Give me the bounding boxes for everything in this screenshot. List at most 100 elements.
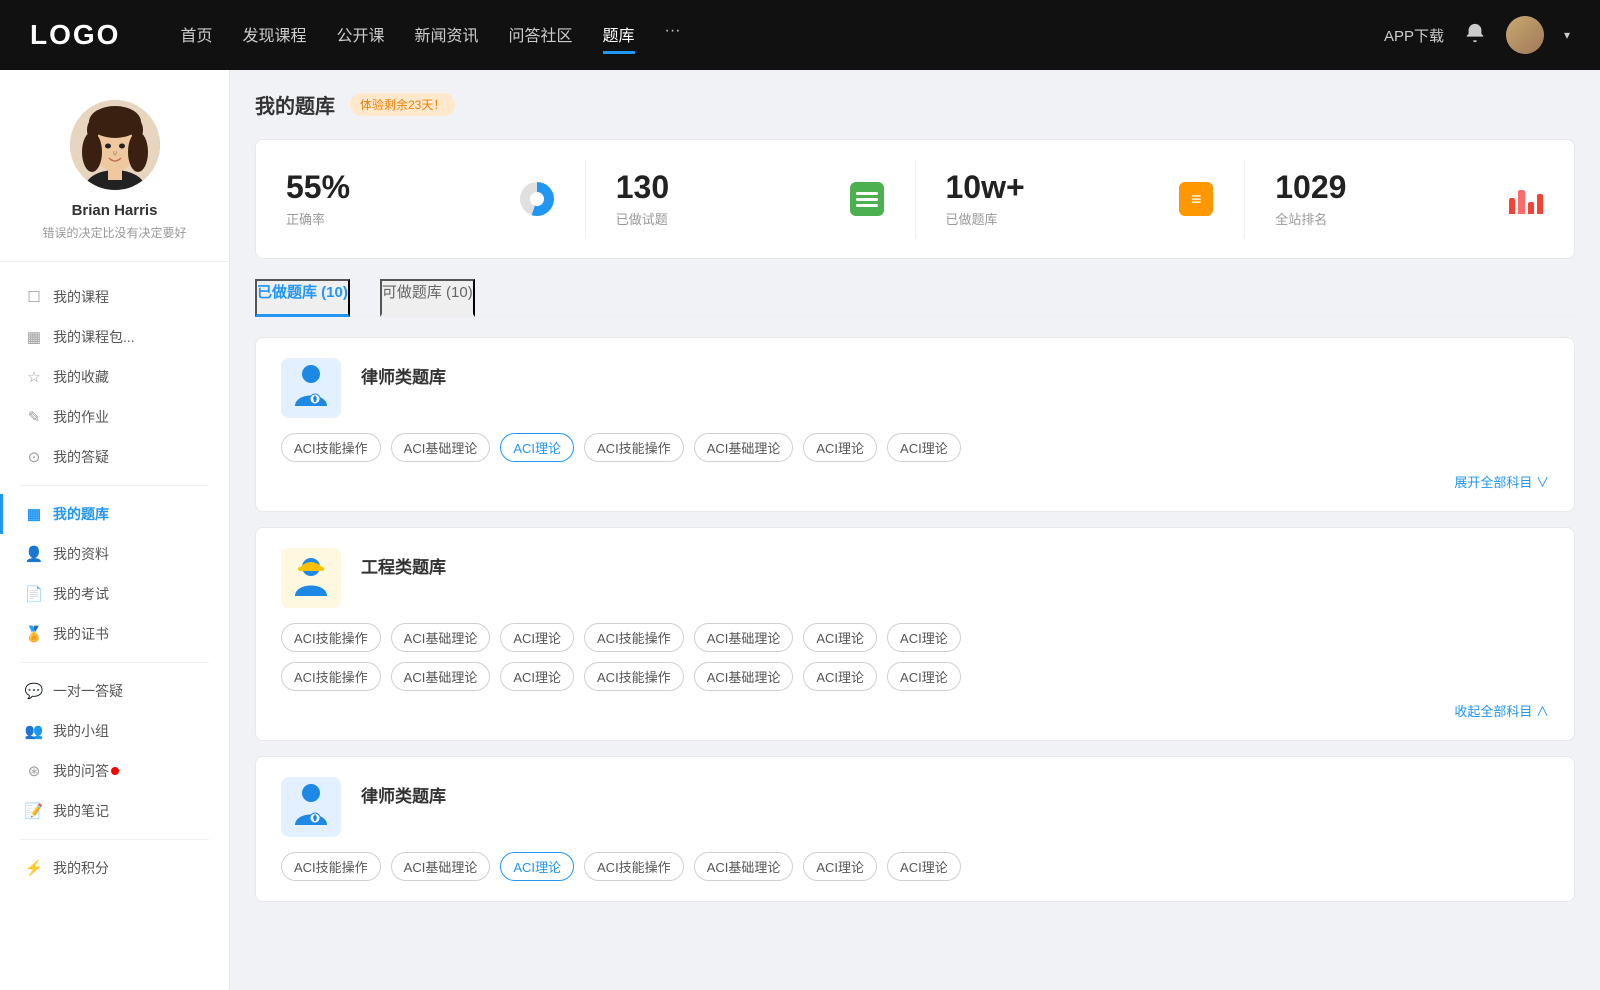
qbank-tag-active[interactable]: ACI理论 (500, 433, 574, 462)
stats-row: 55% 正确率 130 已做试题 (255, 139, 1575, 259)
qbank-tag[interactable]: ACI理论 (500, 662, 574, 691)
nav-open-course[interactable]: 公开课 (336, 17, 384, 54)
tab-available[interactable]: 可做题库 (10) (380, 279, 475, 317)
qbank-tags-2: ACI技能操作 ACI基础理论 ACI理论 ACI技能操作 ACI基础理论 AC… (281, 852, 1549, 881)
sidebar-item-my-qa[interactable]: ⊛ 我的问答 (0, 751, 229, 791)
qbank-tag[interactable]: ACI基础理论 (391, 623, 491, 652)
qbank-tag[interactable]: ACI技能操作 (584, 623, 684, 652)
tab-done[interactable]: 已做题库 (10) (255, 279, 350, 317)
sidebar-item-certificate[interactable]: 🏅 我的证书 (0, 614, 229, 654)
qbank-tag[interactable]: ACI基础理论 (694, 623, 794, 652)
chat-icon: 💬 (25, 682, 43, 700)
sidebar-item-qa[interactable]: ⊙ 我的答疑 (0, 437, 229, 477)
profile-name: Brian Harris (72, 202, 158, 219)
sidebar-item-label: 我的小组 (53, 721, 109, 741)
sidebar-item-label: 我的收藏 (53, 367, 109, 387)
stat-done-banks: 10w+ 已做题库 ≡ (916, 160, 1246, 238)
qbank-collapse-1[interactable]: 收起全部科目 ∧ (281, 701, 1549, 720)
sidebar-item-label: 我的答疑 (53, 447, 109, 467)
qbank-tag-active[interactable]: ACI理论 (500, 852, 574, 881)
qbank-tag[interactable]: ACI基础理论 (391, 662, 491, 691)
sidebar-item-course-pack[interactable]: ▦ 我的课程包... (0, 317, 229, 357)
sidebar-item-label: 我的课程 (53, 287, 109, 307)
user-menu-chevron[interactable]: ▾ (1564, 28, 1570, 42)
qbank-tag[interactable]: ACI技能操作 (281, 662, 381, 691)
nav-more[interactable]: ··· (665, 17, 681, 54)
accuracy-icon (519, 181, 555, 217)
qbank-tag[interactable]: ACI技能操作 (281, 623, 381, 652)
qbank-tag[interactable]: ACI理论 (500, 623, 574, 652)
qbank-tag[interactable]: ACI理论 (803, 852, 877, 881)
sidebar-item-exam[interactable]: 📄 我的考试 (0, 574, 229, 614)
qbank-tag[interactable]: ACI理论 (803, 662, 877, 691)
cert-icon: 🏅 (25, 625, 43, 643)
qbank-title-1: 工程类题库 (361, 553, 446, 578)
qbank-tag[interactable]: ACI基础理论 (694, 852, 794, 881)
qbank-tag[interactable]: ACI理论 (803, 433, 877, 462)
stat-accuracy-number: 55% (286, 170, 504, 205)
page-header: 我的题库 体验剩余23天！ (255, 90, 1575, 119)
qbank-tag[interactable]: ACI理论 (887, 623, 961, 652)
qbank-tag[interactable]: ACI理论 (887, 852, 961, 881)
sidebar-item-my-course[interactable]: ☐ 我的课程 (0, 277, 229, 317)
sidebar-item-homework[interactable]: ✎ 我的作业 (0, 397, 229, 437)
qbank-tag[interactable]: ACI技能操作 (584, 433, 684, 462)
user-avatar-nav[interactable] (1506, 16, 1544, 54)
nav-qa[interactable]: 问答社区 (509, 17, 573, 54)
sidebar-item-label: 我的课程包... (53, 327, 135, 347)
nav-news[interactable]: 新闻资讯 (415, 17, 479, 54)
sidebar-item-points[interactable]: ⚡ 我的积分 (0, 848, 229, 888)
group-icon: 👥 (25, 722, 43, 740)
qbank-tag[interactable]: ACI理论 (887, 433, 961, 462)
qbank-tag[interactable]: ACI基础理论 (694, 662, 794, 691)
page-container: Brian Harris 错误的决定比没有决定要好 ☐ 我的课程 ▦ 我的课程包… (0, 70, 1600, 990)
qbank-card-2: 律师类题库 ACI技能操作 ACI基础理论 ACI理论 ACI技能操作 ACI基… (255, 756, 1575, 902)
note-icon: 📝 (25, 802, 43, 820)
sidebar-item-one-on-one[interactable]: 💬 一对一答疑 (0, 671, 229, 711)
sidebar-item-notes[interactable]: 📝 我的笔记 (0, 791, 229, 831)
bank-icon: ≡ (1179, 182, 1213, 216)
lawyer-icon-svg-2 (289, 783, 333, 831)
qbank-tag[interactable]: ACI技能操作 (584, 852, 684, 881)
notification-bell[interactable] (1464, 22, 1486, 49)
question-icon: ⊙ (25, 448, 43, 466)
sidebar-item-label: 我的考试 (53, 584, 109, 604)
nav-home[interactable]: 首页 (180, 17, 212, 54)
qbank-tag[interactable]: ACI理论 (803, 623, 877, 652)
page-title: 我的题库 (255, 90, 335, 119)
qbank-icon-lawyer-2 (281, 777, 341, 837)
sidebar-item-group[interactable]: 👥 我的小组 (0, 711, 229, 751)
ranking-icon (1508, 181, 1544, 217)
qbank-tag[interactable]: ACI技能操作 (281, 852, 381, 881)
lawyer-icon-svg (289, 364, 333, 412)
qbank-tag[interactable]: ACI基础理论 (391, 433, 491, 462)
qbank-tags-0: ACI技能操作 ACI基础理论 ACI理论 ACI技能操作 ACI基础理论 AC… (281, 433, 1549, 462)
sidebar-item-label: 我的积分 (53, 858, 109, 878)
stat-ranking-number: 1029 (1275, 170, 1493, 205)
sidebar-item-label: 一对一答疑 (53, 681, 123, 701)
sidebar-item-question-bank[interactable]: ▦ 我的题库 (0, 494, 229, 534)
qbank-tag[interactable]: ACI基础理论 (391, 852, 491, 881)
avatar-image (70, 100, 160, 190)
engineer-icon-svg (289, 554, 333, 602)
qbank-expand-0[interactable]: 展开全部科目 ∨ (281, 472, 1549, 491)
tabs-row: 已做题库 (10) 可做题库 (10) (255, 279, 1575, 317)
nav-discover[interactable]: 发现课程 (242, 17, 306, 54)
nav-question-bank[interactable]: 题库 (603, 17, 635, 54)
sidebar-item-favorites[interactable]: ☆ 我的收藏 (0, 357, 229, 397)
qbank-tag[interactable]: ACI技能操作 (584, 662, 684, 691)
stat-ranking-label: 全站排名 (1275, 209, 1493, 228)
app-download-btn[interactable]: APP下载 (1384, 25, 1444, 46)
stat-done-banks-number: 10w+ (946, 170, 1164, 205)
avatar (70, 100, 160, 190)
sidebar-item-label: 我的题库 (53, 504, 109, 524)
sidebar-item-label: 我的笔记 (53, 801, 109, 821)
qbank-tag[interactable]: ACI技能操作 (281, 433, 381, 462)
stat-done-questions-label: 已做试题 (616, 209, 834, 228)
qbank-tag[interactable]: ACI理论 (887, 662, 961, 691)
qbank-tag[interactable]: ACI基础理论 (694, 433, 794, 462)
sidebar-item-label: 我的作业 (53, 407, 109, 427)
done-banks-icon: ≡ (1178, 181, 1214, 217)
sidebar-item-profile-data[interactable]: 👤 我的资料 (0, 534, 229, 574)
list-icon (850, 182, 884, 216)
